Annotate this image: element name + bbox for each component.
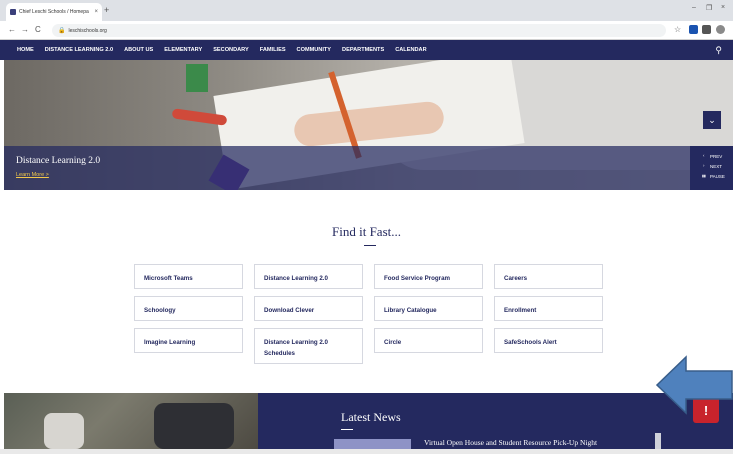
site-navigation: HOME DISTANCE LEARNING 2.0 ABOUT US ELEMENT…: [0, 40, 733, 60]
restore-icon[interactable]: ❐: [706, 4, 712, 12]
heading-divider: [364, 245, 376, 246]
quick-link-7[interactable]: Enrollment: [494, 296, 603, 321]
browser-tab[interactable]: Chief Leschi Schools / Homepa ×: [6, 3, 102, 21]
hero-slideshow: Distance Learning 2.0 Learn More > ⌄ ‹ P…: [4, 60, 733, 190]
tab-close-icon[interactable]: ×: [94, 9, 98, 15]
photo-figure-right: [154, 403, 234, 449]
url-input[interactable]: 🔒 leschischools.org: [52, 24, 666, 37]
quick-link-2[interactable]: Food Service Program: [374, 264, 483, 289]
latest-news-section: Latest News Virtual Open House and Stude…: [4, 393, 733, 449]
puzzle-icon[interactable]: [702, 25, 711, 34]
nav-item-8[interactable]: CALENDAR: [395, 47, 426, 53]
nav-item-4[interactable]: SECONDARY: [213, 47, 249, 53]
left-arrow-annotation-icon: [656, 355, 733, 415]
url-text: leschischools.org: [68, 27, 107, 34]
prev-icon[interactable]: ‹: [703, 153, 705, 158]
profile-avatar-icon[interactable]: [716, 25, 725, 34]
window-bottom-edge: [0, 449, 733, 454]
hero-title: Distance Learning 2.0: [16, 156, 101, 166]
quick-link-8[interactable]: Imagine Learning: [134, 328, 243, 353]
pause-icon[interactable]: ▮▮: [702, 174, 706, 178]
tab-strip: Chief Leschi Schools / Homepa × + – ❐ ×: [0, 0, 733, 21]
expand-chevron-down-icon[interactable]: ⌄: [703, 111, 721, 129]
quick-link-0[interactable]: Microsoft Teams: [134, 264, 243, 289]
nav-item-5[interactable]: FAMILIES: [260, 47, 286, 53]
lock-icon: 🔒: [58, 28, 66, 34]
forward-icon[interactable]: →: [21, 25, 29, 35]
quick-link-9[interactable]: Distance Learning 2.0 Schedules: [254, 328, 363, 364]
nav-item-6[interactable]: COMMUNITY: [297, 47, 332, 53]
search-icon[interactable]: ⚲: [715, 45, 722, 55]
close-window-icon[interactable]: ×: [721, 4, 725, 11]
new-tab-icon[interactable]: +: [104, 5, 109, 15]
pause-button[interactable]: PAUSE: [710, 174, 725, 179]
favicon-icon: [10, 9, 16, 15]
hero-photo-cup: [186, 64, 208, 92]
quick-link-1[interactable]: Distance Learning 2.0: [254, 264, 363, 289]
quick-link-4[interactable]: Schoology: [134, 296, 243, 321]
nav-item-0[interactable]: HOME: [17, 47, 34, 53]
news-headline-link[interactable]: Virtual Open House and Student Resource …: [424, 438, 597, 447]
slideshow-controls: ‹ PREV › NEXT ▮▮ PAUSE: [690, 146, 733, 190]
next-button[interactable]: NEXT: [710, 164, 722, 169]
address-bar: ← → C 🔒 leschischools.org ☆: [0, 21, 733, 40]
quick-link-6[interactable]: Library Catalogue: [374, 296, 483, 321]
back-icon[interactable]: ←: [8, 25, 16, 35]
learn-more-link[interactable]: Learn More >: [16, 172, 49, 178]
news-feature-photo: [4, 393, 258, 449]
next-icon[interactable]: ›: [703, 163, 705, 168]
news-scrollbar[interactable]: [655, 433, 661, 449]
bookmark-star-icon[interactable]: ☆: [674, 25, 681, 35]
news-divider: [341, 429, 353, 430]
photo-figure-left: [44, 413, 84, 449]
tab-title: Chief Leschi Schools / Homepa: [19, 9, 89, 15]
nav-item-3[interactable]: ELEMENTARY: [164, 47, 202, 53]
browser-window: Chief Leschi Schools / Homepa × + – ❐ × …: [0, 0, 733, 454]
find-it-fast-heading: Find it Fast...: [332, 224, 401, 239]
hero-caption-band: [4, 146, 733, 190]
quick-link-10[interactable]: Circle: [374, 328, 483, 353]
nav-item-2[interactable]: ABOUT US: [124, 47, 153, 53]
nav-item-1[interactable]: DISTANCE LEARNING 2.0: [45, 47, 113, 53]
reload-icon[interactable]: C: [35, 25, 41, 35]
nav-item-7[interactable]: DEPARTMENTS: [342, 47, 384, 53]
news-thumbnail[interactable]: [334, 439, 411, 449]
quick-link-3[interactable]: Careers: [494, 264, 603, 289]
minimize-icon[interactable]: –: [692, 4, 696, 11]
quick-link-5[interactable]: Download Clever: [254, 296, 363, 321]
prev-button[interactable]: PREV: [710, 154, 722, 159]
latest-news-heading: Latest News: [341, 410, 401, 424]
quick-link-11[interactable]: SafeSchools Alert: [494, 328, 603, 353]
extension-icon[interactable]: [689, 25, 698, 34]
